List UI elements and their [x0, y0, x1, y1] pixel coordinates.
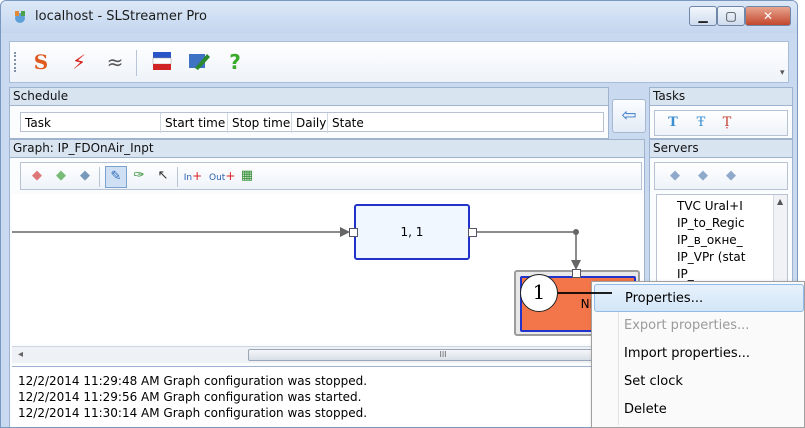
graph-tool-3-icon[interactable]: ◆	[75, 166, 95, 186]
window-title: localhost - SLStreamer Pro	[35, 9, 207, 24]
server-item[interactable]: IP_	[677, 267, 694, 281]
column-daily[interactable]: Daily	[292, 113, 328, 133]
graph-horizontal-scrollbar[interactable]: ◂ III	[12, 346, 644, 363]
help-icon[interactable]: ?	[222, 50, 248, 74]
s-icon[interactable]: S	[28, 50, 54, 74]
tasks-panel: Tasks T Ŧ Ṭ	[649, 87, 793, 139]
task-delete-icon[interactable]: Ṭ	[717, 113, 737, 133]
toolbar-separator	[136, 50, 137, 76]
server-item[interactable]: TVC Ural+I	[677, 199, 743, 213]
scroll-thumb-grip: III	[439, 350, 447, 359]
menu-item-export-properties[interactable]: Export properties...	[594, 312, 804, 340]
graph-tool-1-icon[interactable]: ◆	[27, 166, 47, 186]
column-start-time[interactable]: Start time	[161, 113, 228, 133]
callout-badge: 1	[520, 274, 558, 312]
task-text-icon[interactable]: T	[663, 113, 683, 133]
graph-toolbar: ◆ ◆ ◆ ✎ ✑ ↖ In+ Out+ ▦	[20, 162, 642, 190]
graph-header: Graph: IP_FDOnAir_Inpt	[10, 140, 644, 158]
servers-toolbar: ◆ ◆ ◆	[654, 162, 788, 190]
graph-edit-icon[interactable]: ✎	[105, 166, 127, 188]
schedule-table-header: Task Start time Stop time Daily State	[20, 112, 604, 133]
minimize-button[interactable]: ▁	[689, 6, 717, 26]
graph-paint-icon[interactable]: ✑	[129, 166, 149, 186]
server-item[interactable]: IP_to_Regic	[677, 216, 745, 230]
server-item[interactable]: IP_в_окне_	[677, 233, 743, 247]
menu-item-set-clock[interactable]: Set clock	[594, 368, 804, 396]
column-stop-time[interactable]: Stop time	[228, 113, 292, 133]
scroll-up-icon[interactable]: ▲	[777, 197, 783, 206]
scroll-thumb[interactable]: III	[248, 349, 638, 361]
scroll-left-icon[interactable]: ◂	[18, 347, 23, 363]
add-output-icon[interactable]: Out+	[209, 166, 235, 186]
server-tool-3-icon[interactable]: ◆	[721, 166, 741, 186]
graph-node-1[interactable]: 1, 1	[354, 204, 470, 260]
close-button[interactable]: ✕	[745, 6, 791, 26]
graph-pointer-icon[interactable]: ↖	[153, 166, 173, 186]
log-line: 12/2/2014 11:29:56 AM Graph configuratio…	[18, 390, 362, 404]
add-input-icon[interactable]: In+	[183, 166, 203, 186]
node-1-label: 1, 1	[400, 225, 424, 239]
maximize-button[interactable]: ▢	[717, 6, 745, 26]
graph-toolbar-separator	[99, 167, 100, 187]
schedule-header: Schedule	[10, 88, 608, 106]
server-item[interactable]: IP_VPr (stat	[677, 250, 745, 264]
node-1-input-port[interactable]	[349, 228, 358, 237]
log-panel: 12/2/2014 11:29:48 AM Graph configuratio…	[12, 366, 644, 427]
toolbar-grip-icon	[14, 52, 19, 72]
lightning-icon[interactable]: ⚡	[66, 50, 92, 74]
menu-item-import-properties[interactable]: Import properties...	[594, 340, 804, 368]
tasks-header: Tasks	[650, 88, 792, 106]
server-tool-2-icon[interactable]: ◆	[693, 166, 713, 186]
app-icon	[12, 9, 28, 25]
toolbar-overflow-icon[interactable]: ▾	[780, 68, 785, 78]
server-tool-1-icon[interactable]: ◆	[665, 166, 685, 186]
menu-item-delete[interactable]: Delete	[594, 396, 804, 424]
title-bar: localhost - SLStreamer Pro ▁ ▢ ✕	[1, 1, 797, 33]
edit-icon[interactable]	[186, 50, 212, 74]
log-line: 12/2/2014 11:30:14 AM Graph configuratio…	[18, 406, 368, 420]
move-left-button[interactable]: ⇦	[612, 99, 646, 133]
connect-icon[interactable]: ▦	[237, 166, 257, 186]
task-edit-icon[interactable]: Ŧ	[691, 113, 711, 133]
graph-tool-2-icon[interactable]: ◆	[51, 166, 71, 186]
tasks-toolbar: T Ŧ Ṭ	[654, 110, 788, 136]
main-toolbar: S ⚡ ≈ ? ▾	[9, 41, 789, 83]
column-task[interactable]: Task	[21, 113, 161, 133]
graph-canvas[interactable]: 1, 1 NR	[12, 194, 644, 344]
schedule-panel: Schedule Task Start time Stop time Daily…	[9, 87, 609, 139]
log-line: 12/2/2014 11:29:48 AM Graph configuratio…	[18, 374, 368, 388]
column-state[interactable]: State	[328, 113, 388, 133]
waves-icon[interactable]: ≈	[102, 50, 128, 74]
callout-number: 1	[532, 280, 546, 304]
menu-item-properties[interactable]: Properties...	[594, 284, 804, 312]
context-menu: Properties... Export properties... Impor…	[591, 281, 805, 428]
node-1-output-port[interactable]	[468, 228, 477, 237]
servers-header: Servers	[650, 140, 792, 158]
flags-icon[interactable]	[150, 50, 176, 74]
graph-toolbar-separator-2	[177, 167, 178, 187]
